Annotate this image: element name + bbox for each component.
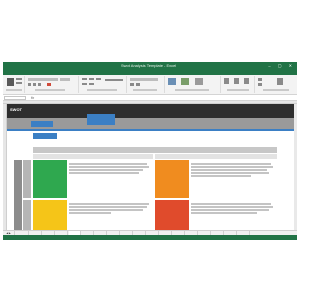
clipboard-group[interactable]: [3, 76, 25, 93]
subnav-tab-2[interactable]: [57, 121, 79, 127]
strengths-text: [69, 162, 151, 196]
number-group[interactable]: [127, 76, 165, 93]
dashboard-nav-bar: SWOT: [7, 104, 297, 118]
styles-group[interactable]: [165, 76, 221, 93]
dashboard-sub-bar: [7, 114, 297, 129]
matrix-column-header-left: [33, 154, 153, 159]
active-nav-highlight: [87, 114, 115, 125]
matrix-side-label: [14, 160, 22, 238]
weaknesses-box: [155, 160, 189, 198]
status-bar: [3, 235, 297, 240]
excel-window: Swot Analysis Template - Excel – ▢ ✕ Fil…: [3, 62, 297, 240]
worksheet[interactable]: SWOT: [3, 104, 297, 238]
weaknesses-text: [191, 162, 275, 196]
action-button[interactable]: [33, 133, 57, 139]
cells-group[interactable]: [221, 76, 255, 93]
blue-divider: [7, 129, 297, 131]
font-group[interactable]: [25, 76, 79, 93]
strengths-box: [33, 160, 67, 198]
quick-access-toolbar[interactable]: [5, 63, 45, 76]
window-controls[interactable]: – ▢ ✕: [268, 63, 295, 68]
brand-logo: SWOT: [10, 107, 22, 112]
vertical-scrollbar[interactable]: [294, 104, 297, 230]
matrix-column-header-right: [155, 154, 277, 159]
subnav-tab-1[interactable]: [31, 121, 53, 127]
matrix-row-label-1: [23, 160, 31, 198]
matrix-title-header: [33, 147, 277, 153]
name-box[interactable]: [4, 96, 26, 100]
window-title: Swot Analysis Template - Excel: [121, 63, 177, 68]
alignment-group[interactable]: [79, 76, 127, 93]
editing-group[interactable]: [255, 76, 297, 93]
title-bar: Swot Analysis Template - Excel – ▢ ✕: [3, 62, 297, 76]
ribbon: [3, 75, 297, 95]
